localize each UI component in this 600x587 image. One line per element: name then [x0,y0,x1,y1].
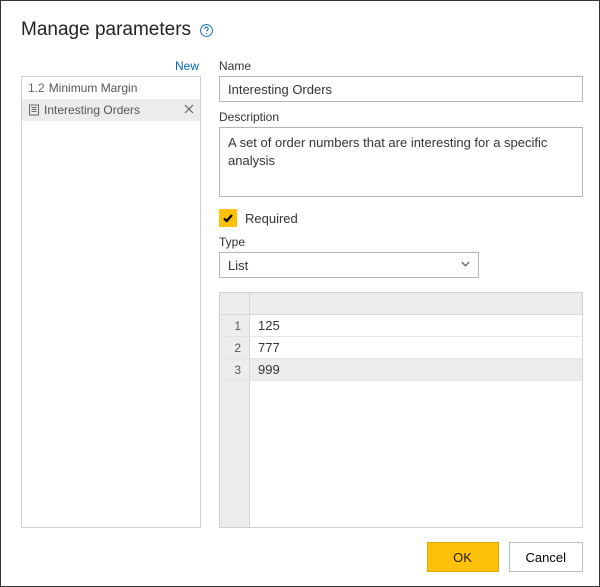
grid-cells: 125 777 999 [250,315,582,527]
type-label: Type [219,235,583,249]
type-select-wrap: List [219,252,479,278]
grid-header-row [220,293,582,315]
required-checkbox[interactable] [219,209,237,227]
grid-column-header [250,293,582,315]
list-icon [28,104,40,116]
list-value-cell[interactable]: 777 [250,337,582,359]
parameter-item-minimum-margin[interactable]: 1.2 Minimum Margin [22,77,200,99]
grid-corner [220,293,250,315]
description-label: Description [219,110,583,124]
dialog-footer: OK Cancel [21,542,583,572]
new-parameter-link[interactable]: New [21,59,201,76]
list-value-cell[interactable]: 125 [250,315,582,337]
grid-row-numbers: 1 2 3 [220,315,250,527]
parameter-label: Interesting Orders [44,103,180,117]
parameter-form: Name Description Required Type List [219,59,583,528]
list-values-grid: 1 2 3 125 777 999 [219,292,583,528]
type-select[interactable]: List [219,252,479,278]
list-value-cell[interactable]: 999 [250,359,582,381]
dialog-body: New 1.2 Minimum Margin Interesting Order… [21,59,583,528]
required-label: Required [245,211,298,226]
type-value: List [228,258,248,273]
dialog-title: Manage parameters [21,19,191,41]
name-input[interactable] [219,76,583,102]
required-row: Required [219,209,583,227]
description-input[interactable] [219,127,583,197]
parameter-label: Minimum Margin [49,81,196,95]
close-icon[interactable] [184,104,196,116]
parameter-list: 1.2 Minimum Margin Interesting Orders [21,76,201,528]
name-label: Name [219,59,583,73]
row-number[interactable]: 3 [220,359,249,381]
row-number[interactable]: 1 [220,315,249,337]
cancel-button[interactable]: Cancel [509,542,583,572]
row-number[interactable]: 2 [220,337,249,359]
parameter-prefix: 1.2 [28,81,45,95]
help-icon[interactable] [199,23,214,38]
parameter-sidebar: New 1.2 Minimum Margin Interesting Order… [21,59,201,528]
grid-body: 1 2 3 125 777 999 [220,315,582,527]
ok-button[interactable]: OK [427,542,499,572]
dialog-header: Manage parameters [21,19,583,41]
parameter-item-interesting-orders[interactable]: Interesting Orders [22,99,200,121]
manage-parameters-dialog: Manage parameters New 1.2 Minimum Margin… [1,1,599,586]
